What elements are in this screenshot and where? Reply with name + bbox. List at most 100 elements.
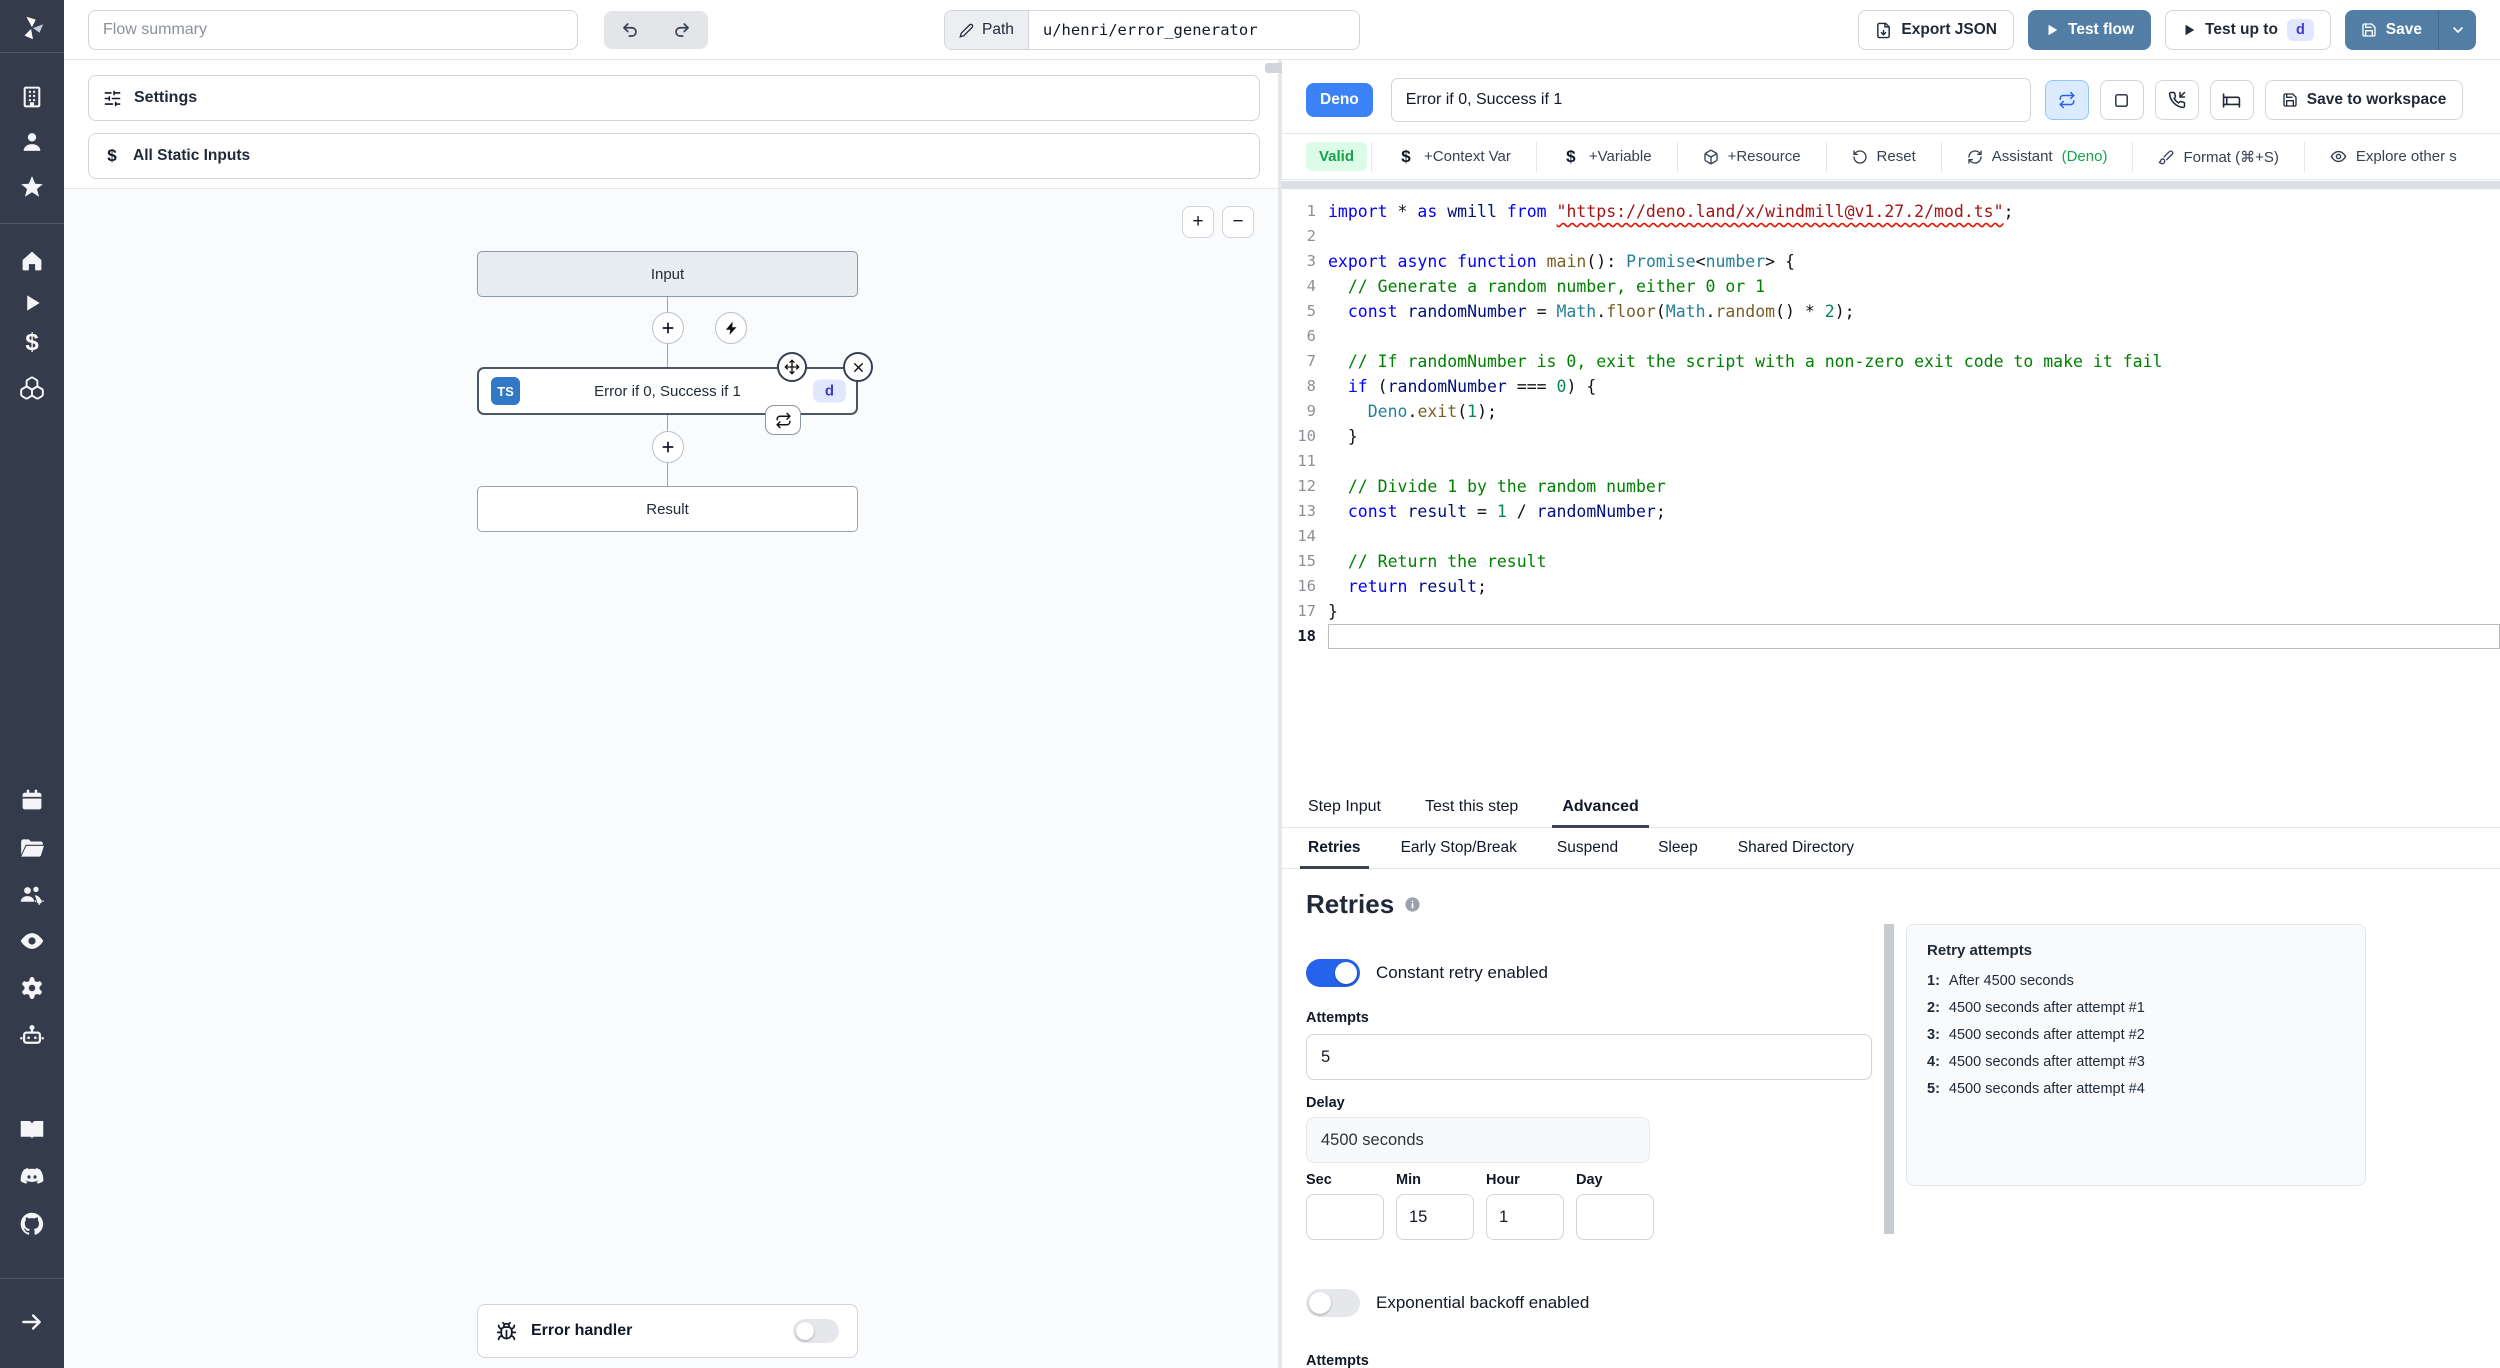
error-handler-node[interactable]: Error handler — [477, 1304, 858, 1358]
reset-button[interactable]: Reset — [1825, 141, 1941, 172]
workers-robot-icon[interactable] — [19, 1023, 46, 1050]
code-editor[interactable]: 1 import * as wmill from "https://deno.la… — [1282, 189, 2500, 788]
subtab-sleep[interactable]: Sleep — [1658, 839, 1698, 868]
sleep-button[interactable] — [2209, 80, 2254, 120]
add-trigger-button[interactable] — [715, 312, 747, 344]
step-node-label: Error if 0, Success if 1 — [594, 382, 741, 400]
groups-users-gear-icon[interactable] — [19, 882, 46, 909]
retry-indicator-button[interactable] — [765, 405, 801, 435]
favorites-star-icon[interactable] — [19, 174, 45, 200]
min-input[interactable] — [1396, 1194, 1474, 1240]
add-context-var-button[interactable]: $ +Context Var — [1371, 141, 1536, 172]
input-node[interactable]: Input — [477, 251, 858, 297]
input-node-label: Input — [650, 265, 685, 283]
retries-toggle-button[interactable] — [2044, 80, 2089, 120]
move-step-button[interactable] — [777, 352, 807, 382]
exponential-backoff-toggle[interactable] — [1306, 1289, 1360, 1317]
all-static-inputs-row[interactable]: $ All Static Inputs — [88, 133, 1260, 179]
add-step-button[interactable] — [652, 312, 684, 344]
sec-input[interactable] — [1306, 1194, 1384, 1240]
code-line-16: 16 return result; — [1282, 574, 2500, 599]
variables-dollar-icon[interactable]: $ — [25, 329, 38, 357]
explore-scripts-button[interactable]: Explore other s — [2303, 141, 2482, 172]
flow-summary-input[interactable] — [88, 10, 578, 50]
user-icon[interactable] — [20, 130, 45, 155]
bug-icon — [496, 1321, 517, 1340]
undo-button[interactable] — [604, 11, 656, 49]
code-line-17: 17} — [1282, 599, 2500, 624]
constant-retry-toggle[interactable] — [1306, 959, 1360, 987]
docs-book-icon[interactable] — [19, 1117, 46, 1144]
valid-status-badge: Valid — [1306, 142, 1368, 171]
test-flow-button[interactable]: Test flow — [2028, 10, 2152, 50]
early-stop-button[interactable] — [2099, 80, 2144, 120]
line-number: 4 — [1306, 277, 1316, 295]
retry-attempt-item: 1: After 4500 seconds — [1927, 973, 2074, 989]
result-node[interactable]: Result — [477, 486, 858, 532]
home-icon[interactable] — [20, 249, 45, 274]
code-line-15: 15 // Return the result — [1282, 549, 2500, 574]
save-to-workspace-button[interactable]: Save to workspace — [2264, 80, 2464, 120]
add-step-button[interactable] — [652, 431, 684, 463]
suspend-button[interactable] — [2154, 80, 2199, 120]
hour-input[interactable] — [1486, 1194, 1564, 1240]
subtab-retries[interactable]: Retries — [1300, 839, 1369, 869]
test-up-to-button[interactable]: Test up to d — [2165, 10, 2331, 50]
delete-step-button[interactable] — [843, 352, 873, 382]
line-number: 2 — [1306, 227, 1316, 245]
step-title-input[interactable] — [1390, 78, 2031, 122]
code-line-3: 3 export async function main(): Promise<n… — [1282, 249, 2500, 274]
flow-settings-row[interactable]: Settings — [88, 75, 1260, 121]
line-number: 5 — [1306, 302, 1316, 320]
attempts-input[interactable] — [1306, 1034, 1872, 1080]
assistant-button[interactable]: Assistant (Deno) — [1940, 141, 2133, 172]
time-field-label: Hour — [1486, 1172, 1520, 1188]
github-icon[interactable] — [19, 1211, 46, 1238]
redo-button[interactable] — [656, 11, 708, 49]
constant-retry-label: Constant retry enabled — [1376, 963, 1548, 982]
scrollbar-thumb[interactable] — [1884, 924, 1894, 1234]
save-button[interactable]: Save — [2344, 10, 2438, 50]
undo-redo-group — [604, 11, 708, 49]
zoom-out-button[interactable]: − — [1222, 206, 1254, 238]
schedules-calendar-icon[interactable] — [20, 788, 45, 813]
export-json-button[interactable]: Export JSON — [1858, 10, 2014, 50]
code-editor-lines: 1 import * as wmill from "https://deno.la… — [1282, 199, 2500, 649]
time-field-label: Sec — [1306, 1172, 1332, 1188]
path-input[interactable] — [1028, 11, 1359, 49]
tab-advanced[interactable]: Advanced — [1552, 798, 1650, 828]
subtab-suspend[interactable]: Suspend — [1557, 839, 1618, 868]
resources-boxes-icon[interactable] — [19, 375, 45, 401]
tab-step-input[interactable]: Step Input — [1308, 798, 1381, 827]
step-editor-panel: Deno Save to workspace Valid $ — [1282, 60, 2500, 1368]
error-handler-toggle[interactable] — [793, 1319, 839, 1343]
step-id-badge: d — [2286, 19, 2314, 41]
editor-resize-bar[interactable] — [1282, 181, 2500, 189]
line-number: 12 — [1297, 477, 1316, 495]
folders-icon[interactable] — [19, 835, 45, 861]
format-button[interactable]: Format (⌘+S) — [2132, 141, 2303, 172]
exponential-backoff-row: Exponential backoff enabled — [1306, 1289, 1589, 1317]
zoom-in-button[interactable]: + — [1182, 206, 1214, 238]
discord-icon[interactable] — [19, 1164, 46, 1191]
audit-eye-icon[interactable] — [19, 928, 46, 955]
repeat-icon — [2059, 91, 2075, 109]
code-line-6: 6 — [1282, 324, 2500, 349]
flow-canvas[interactable]: + − Input TS Error if 0, Success if 1 d … — [64, 188, 1278, 1368]
workspace-building-icon[interactable] — [20, 85, 45, 110]
save-dropdown-button[interactable] — [2438, 10, 2476, 50]
topbar: Path Export JSON Test flow Test up to d … — [64, 0, 2500, 60]
subtab-early-stop-break[interactable]: Early Stop/Break — [1401, 839, 1517, 868]
subtab-shared-directory[interactable]: Shared Directory — [1738, 839, 1854, 868]
add-variable-button[interactable]: $ +Variable — [1535, 141, 1677, 172]
tab-test-this-step[interactable]: Test this step — [1425, 798, 1518, 827]
delay-input[interactable] — [1306, 1117, 1650, 1163]
add-resource-button[interactable]: +Resource — [1676, 141, 1826, 172]
windmill-logo-icon[interactable] — [17, 13, 47, 43]
collapse-arrow-right-icon[interactable] — [19, 1309, 45, 1335]
runs-play-icon[interactable] — [21, 292, 44, 315]
retries-heading-row: Retries — [1306, 889, 1421, 920]
line-number: 1 — [1306, 202, 1316, 220]
day-input[interactable] — [1576, 1194, 1654, 1240]
settings-gear-icon[interactable] — [19, 975, 45, 1001]
